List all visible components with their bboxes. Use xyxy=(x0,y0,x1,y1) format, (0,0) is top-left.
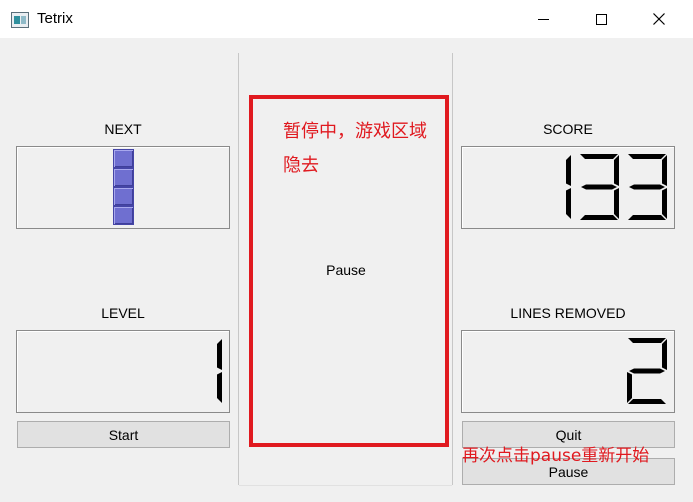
next-piece-block xyxy=(113,168,134,187)
lcd-segment xyxy=(662,188,667,219)
start-button[interactable]: Start xyxy=(17,421,230,448)
lcd-segment xyxy=(580,154,618,159)
lcd-segment xyxy=(628,215,666,220)
lcd-segment xyxy=(662,339,667,370)
tetrix-app-icon xyxy=(11,12,29,28)
left-divider xyxy=(238,53,239,485)
minimize-button[interactable] xyxy=(514,0,572,38)
close-button[interactable] xyxy=(630,0,688,38)
board-annotation-line1: 暂停中，游戏区域 xyxy=(283,121,427,142)
lcd-segment xyxy=(614,155,619,186)
score-lcd-number xyxy=(566,154,667,220)
close-icon xyxy=(653,13,665,25)
lcd-segment xyxy=(628,338,666,343)
lines-removed-label: LINES REMOVED xyxy=(510,305,626,321)
lcd-segment xyxy=(628,154,666,159)
lcd-segment xyxy=(217,372,222,403)
level-label: LEVEL xyxy=(101,305,145,321)
lcd-segment xyxy=(627,372,632,403)
lines-removed-lcd-number xyxy=(627,338,667,404)
maximize-button[interactable] xyxy=(572,0,630,38)
lcd-segment xyxy=(566,155,571,186)
next-piece-block xyxy=(113,206,134,225)
title-bar: Tetrix xyxy=(0,0,693,38)
level-lcd-number xyxy=(217,339,222,403)
board-annotation-line2: 隐去 xyxy=(283,155,319,176)
lcd-segment xyxy=(628,399,666,404)
lcd-segment xyxy=(566,188,571,219)
window-title: Tetrix xyxy=(37,10,73,27)
lcd-segment xyxy=(581,184,617,190)
lcd-segment xyxy=(662,155,667,186)
next-piece-block xyxy=(113,149,134,168)
next-piece-block xyxy=(113,187,134,206)
next-label: NEXT xyxy=(104,121,142,137)
lcd-segment xyxy=(629,184,665,190)
maximize-icon xyxy=(595,13,607,25)
pause-annotation: 再次点击pause重新开始 xyxy=(462,446,650,466)
lcd-segment xyxy=(580,215,618,220)
lcd-segment xyxy=(629,368,665,374)
score-label: SCORE xyxy=(543,121,593,137)
lcd-segment xyxy=(217,339,222,370)
board-bottom-edge xyxy=(239,485,452,486)
right-divider xyxy=(452,53,453,485)
lcd-segment xyxy=(614,188,619,219)
minimize-icon xyxy=(537,18,549,20)
